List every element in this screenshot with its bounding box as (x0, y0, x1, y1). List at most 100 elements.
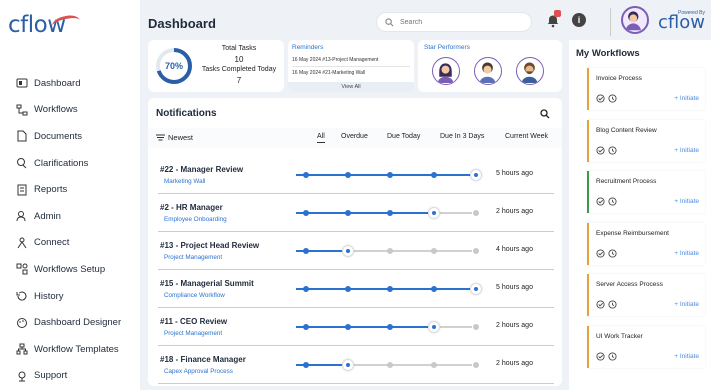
search-icon (385, 17, 394, 26)
sidebar: cflow Dashboard Workflows Documents Clarifi… (0, 0, 140, 390)
progress-step-dot (431, 286, 437, 292)
workflow-card[interactable]: Invoice Process + Initiate (587, 68, 705, 110)
sidebar-item-label: Workflows (34, 104, 78, 116)
progress-step-dot (431, 362, 437, 368)
clock-icon[interactable] (608, 300, 617, 309)
tab-overdue[interactable]: Overdue (341, 133, 368, 140)
sidebar-item-label: Support (34, 370, 68, 382)
approve-check-icon[interactable] (596, 300, 605, 309)
notification-title: #22 - Manager Review (160, 165, 244, 174)
initiate-button[interactable]: + Initiate (674, 147, 699, 154)
workflow-name: Blog Content Review (596, 126, 657, 134)
notification-workflow-link[interactable]: Employee Onboarding (164, 216, 227, 223)
performer-avatar[interactable] (474, 57, 502, 85)
search-box[interactable] (376, 12, 532, 32)
completed-tasks-label: Tasks Completed Today (201, 66, 277, 73)
initiate-button[interactable]: + Initiate (674, 301, 699, 308)
notification-row[interactable]: #13 - Project Head Review Project Managem… (158, 232, 554, 270)
sidebar-item-admin[interactable]: Admin (16, 203, 140, 230)
cflow-logo[interactable]: cflow (8, 12, 82, 38)
sidebar-item-dashboard-designer[interactable]: Dashboard Designer (16, 309, 140, 336)
initiate-button[interactable]: + Initiate (674, 198, 699, 205)
sidebar-item-label: Reports (34, 184, 68, 196)
reminder-item[interactable]: 16 May 2024 #21-Marketing Wall (292, 70, 365, 76)
notification-title: #13 - Project Head Review (160, 241, 260, 250)
initiate-button[interactable]: + Initiate (674, 353, 699, 360)
notification-workflow-link[interactable]: Compliance Workflow (164, 292, 225, 299)
performer-avatar[interactable] (432, 57, 460, 85)
tab-current-week[interactable]: Current Week (505, 133, 548, 140)
performer-avatar-icon (437, 63, 454, 83)
notification-row[interactable]: #2 - HR Manager Employee Onboarding 2 hour… (158, 194, 554, 232)
approve-check-icon[interactable] (596, 94, 605, 103)
clock-icon[interactable] (608, 351, 617, 361)
sidebar-item-documents[interactable]: Documents (16, 123, 140, 150)
workflow-card[interactable]: Server Access Process + Initiate (587, 274, 705, 316)
approve-check-icon[interactable] (596, 197, 605, 206)
my-workflows-title: My Workflows (576, 48, 640, 59)
admin-icon (16, 210, 28, 222)
tab-all[interactable]: All (317, 133, 325, 143)
reminder-item[interactable]: 16 May 2024 #13-Project Management (292, 57, 378, 63)
workflows-icon (16, 104, 28, 116)
notification-workflow-link[interactable]: Marketing Wall (164, 178, 205, 185)
initiate-button[interactable]: + Initiate (674, 250, 699, 257)
approve-check-icon[interactable] (596, 248, 605, 258)
sidebar-item-reports[interactable]: Reports (16, 176, 140, 203)
notification-workflow-link[interactable]: Project Management (164, 330, 222, 337)
workflow-name: Server Access Process (596, 281, 663, 288)
notification-row[interactable]: #22 - Manager Review Marketing Wall 5 hour… (158, 156, 554, 194)
progress-step-dot (303, 172, 309, 178)
progress-step-dot (303, 248, 309, 254)
clock-icon[interactable] (608, 145, 617, 155)
sidebar-item-workflows-setup[interactable]: Workflows Setup (16, 256, 140, 283)
sidebar-item-label: Workflows Setup (34, 263, 106, 275)
sidebar-item-workflows[interactable]: Workflows (16, 97, 140, 124)
clock-icon[interactable] (608, 94, 617, 103)
my-workflows-panel: My Workflows Invoice Process + Initiate Bl… (569, 40, 711, 390)
sidebar-item-workflow-templates[interactable]: Workflow Templates (16, 336, 140, 363)
progress-step-dot (387, 286, 393, 292)
progress-step-dot (473, 210, 479, 216)
workflow-actions (596, 300, 617, 309)
approve-check-icon[interactable] (596, 351, 605, 361)
performer-avatar[interactable] (516, 57, 544, 85)
notification-workflow-link[interactable]: Capex Approval Process (164, 368, 233, 375)
workflow-name: UI Work Tracker (596, 332, 643, 340)
user-avatar[interactable] (621, 6, 649, 34)
clock-icon[interactable] (608, 248, 617, 258)
info-icon[interactable]: i (572, 13, 586, 27)
reports-icon (16, 184, 28, 196)
sidebar-item-support[interactable]: Support (16, 363, 140, 390)
tab-due-in-3-days[interactable]: Due In 3 Days (440, 133, 484, 140)
sort-dropdown[interactable]: Newest (156, 133, 193, 142)
workflow-card[interactable]: UI Work Tracker + Initiate (587, 325, 705, 368)
progress-step-dot (428, 321, 440, 333)
sidebar-item-label: Documents (34, 130, 83, 142)
progress-step-dot (473, 324, 479, 330)
sidebar-item-dashboard[interactable]: Dashboard (16, 70, 140, 97)
tab-due-today[interactable]: Due Today (387, 133, 420, 140)
search-icon[interactable] (540, 109, 550, 119)
initiate-button[interactable]: + Initiate (674, 95, 699, 102)
notification-workflow-link[interactable]: Project Management (164, 254, 222, 261)
progress-step-dot (428, 207, 440, 219)
search-input[interactable] (400, 18, 520, 26)
notification-row[interactable]: #11 - CEO Review Project Management 2 hour… (158, 308, 554, 346)
workflow-card[interactable]: Blog Content Review + Initiate (587, 119, 705, 162)
documents-icon (16, 130, 28, 142)
sidebar-item-connect[interactable]: Connect (16, 230, 140, 257)
notifications-card: Notifications Newest All Overdue Due Tod… (148, 98, 562, 386)
view-all-button[interactable]: View All (288, 82, 414, 92)
approve-check-icon[interactable] (596, 145, 605, 155)
notification-time: 2 hours ago (496, 208, 533, 215)
notification-row[interactable]: #15 - Managerial Summit Compliance Workfl… (158, 270, 554, 308)
sidebar-item-history[interactable]: History (16, 283, 140, 310)
notification-row[interactable]: #18 - Finance Manager Capex Approval Proc… (158, 346, 554, 384)
progress-step-dot (387, 172, 393, 178)
sidebar-item-label: Workflow Templates (34, 343, 119, 355)
workflow-card[interactable]: Expense Reimbursement + Initiate (587, 222, 705, 265)
sidebar-item-clarifications[interactable]: Clarifications (16, 150, 140, 177)
clock-icon[interactable] (608, 197, 617, 206)
workflow-card[interactable]: Recruitment Process + Initiate (587, 171, 705, 213)
